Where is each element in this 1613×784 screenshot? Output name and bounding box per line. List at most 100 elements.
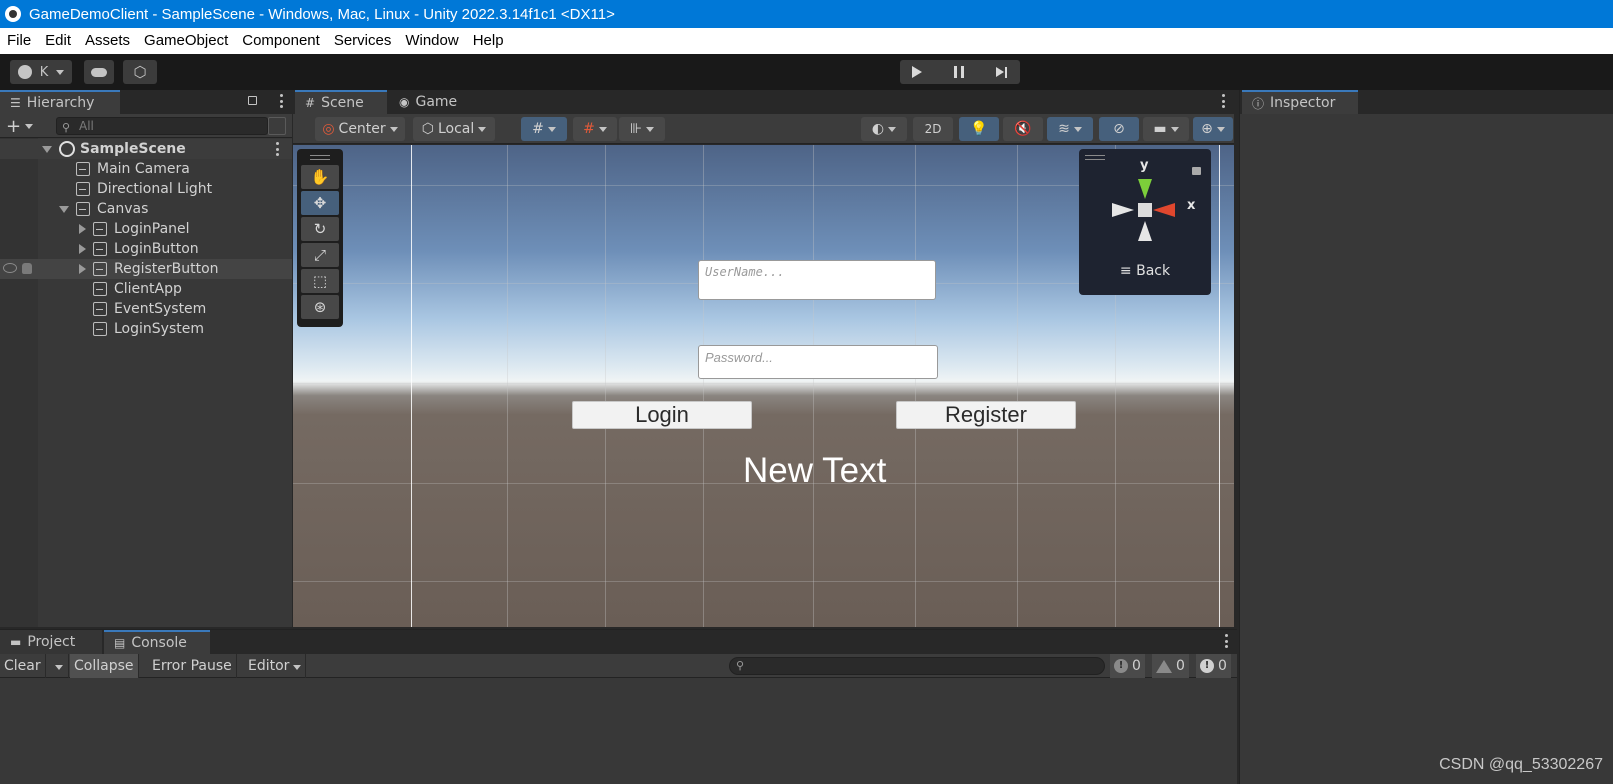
mode-2d-button[interactable]: 2D	[913, 117, 953, 141]
hierarchy-menu-button[interactable]	[280, 94, 284, 108]
neg-y-axis-cone-icon[interactable]	[1138, 221, 1152, 241]
clear-options-dropdown[interactable]	[49, 654, 69, 678]
tab-console[interactable]: ▤ Console	[104, 630, 210, 654]
play-button[interactable]	[902, 60, 932, 84]
username-input[interactable]: UserName...	[698, 260, 936, 300]
scene-menu-button[interactable]	[276, 142, 280, 156]
neg-x-axis-cone-icon[interactable]	[1112, 203, 1134, 217]
pivot-icon: ◎	[322, 121, 335, 137]
item-label: LoginPanel	[114, 221, 190, 237]
x-axis-cone-icon[interactable]	[1153, 203, 1175, 217]
step-button[interactable]	[983, 60, 1019, 84]
menu-assets[interactable]: Assets	[78, 28, 137, 54]
lighting-toggle[interactable]: 💡	[959, 117, 999, 141]
hierarchy-search-input[interactable]: ⚲ All	[56, 117, 268, 135]
scale-tool-button[interactable]: ⤢	[301, 243, 339, 267]
hierarchy-item[interactable]: EventSystem	[0, 299, 292, 319]
search-icon: ⚲	[62, 121, 71, 134]
menu-file[interactable]: File	[0, 28, 38, 54]
hierarchy-item[interactable]: ClientApp	[0, 279, 292, 299]
menu-component[interactable]: Component	[235, 28, 327, 54]
fold-closed-icon[interactable]	[79, 224, 86, 234]
camera-dropdown[interactable]: ▬	[1143, 117, 1189, 141]
lock-icon[interactable]	[1192, 167, 1201, 175]
increment-snap-button[interactable]: ⊪	[619, 117, 665, 141]
scene-viewport[interactable]: ✋ ✥ ↻ ⤢ ⬚ ⊛ UserName... Password... Logi…	[293, 145, 1234, 627]
audio-toggle[interactable]: 🔇	[1003, 117, 1043, 141]
menu-gameobject[interactable]: GameObject	[137, 28, 235, 54]
gizmo-center-cube[interactable]	[1138, 203, 1152, 217]
menu-help[interactable]: Help	[466, 28, 511, 54]
fold-open-icon[interactable]	[42, 146, 52, 153]
snap-settings-button[interactable]: #	[573, 117, 617, 141]
effects-dropdown[interactable]: ≋	[1047, 117, 1093, 141]
pause-button[interactable]	[943, 60, 975, 84]
grid-snap-button[interactable]: #	[521, 117, 567, 141]
fold-closed-icon[interactable]	[79, 264, 86, 274]
tab-hierarchy[interactable]: ☰ Hierarchy	[0, 90, 120, 114]
collab-button[interactable]: ⬡	[123, 60, 157, 84]
tab-scene[interactable]: # Scene	[295, 90, 387, 114]
tab-game[interactable]: ◉ Game	[389, 90, 481, 114]
pickable-hand-icon[interactable]	[22, 263, 32, 274]
transform-tool-button[interactable]: ⊛	[301, 295, 339, 319]
create-button[interactable]: +	[6, 116, 40, 137]
grid-line	[293, 383, 1234, 384]
drag-handle-icon[interactable]	[310, 155, 330, 160]
menu-window[interactable]: Window	[398, 28, 465, 54]
back-view-button[interactable]: ≡ Back	[1079, 263, 1211, 279]
error-count-toggle[interactable]: ! 0	[1196, 654, 1231, 678]
orientation-gizmo[interactable]: y x ≡ Back	[1079, 149, 1211, 295]
tab-inspector[interactable]: ⓘ Inspector	[1242, 90, 1358, 114]
hierarchy-item[interactable]: LoginSystem	[0, 319, 292, 339]
space-dropdown[interactable]: ⬡ Local	[413, 117, 495, 141]
move-tool-button[interactable]: ✥	[301, 191, 339, 215]
hierarchy-item[interactable]: Main Camera	[0, 159, 292, 179]
watermark: CSDN @qq_53302267	[1439, 756, 1603, 773]
info-count-toggle[interactable]: ! 0	[1110, 654, 1145, 678]
drag-handle-icon[interactable]	[1085, 155, 1105, 160]
draw-mode-button[interactable]: ◐	[861, 117, 907, 141]
visibility-toggle[interactable]: ⊘	[1099, 117, 1139, 141]
hierarchy-item[interactable]: RegisterButton	[0, 259, 292, 279]
snap-icon: #	[583, 121, 595, 137]
scene-visibility-button[interactable]	[268, 117, 286, 135]
tab-project[interactable]: ▬ Project	[0, 630, 102, 654]
hand-tool-button[interactable]: ✋	[301, 165, 339, 189]
cloud-button[interactable]	[84, 60, 114, 84]
fold-closed-icon[interactable]	[79, 244, 86, 254]
hierarchy-item[interactable]: Directional Light	[0, 179, 292, 199]
audio-muted-icon: 🔇	[1014, 121, 1032, 137]
eye-icon[interactable]	[3, 263, 17, 273]
register-button[interactable]: Register	[896, 401, 1076, 429]
console-menu-button[interactable]	[1225, 634, 1229, 648]
collapse-toggle[interactable]: Collapse	[70, 654, 139, 678]
account-button[interactable]: K	[10, 60, 72, 84]
clear-button[interactable]: Clear	[0, 654, 46, 678]
menu-services[interactable]: Services	[327, 28, 399, 54]
scene-row[interactable]: SampleScene	[0, 139, 292, 159]
lock-icon[interactable]	[248, 96, 257, 105]
title-bar: GameDemoClient - SampleScene - Windows, …	[0, 0, 1613, 28]
gameobject-icon	[93, 322, 107, 336]
password-input[interactable]: Password...	[698, 345, 938, 379]
pivot-dropdown[interactable]: ◎ Center	[315, 117, 405, 141]
error-pause-toggle[interactable]: Error Pause	[148, 654, 237, 678]
hierarchy-item[interactable]: Canvas	[0, 199, 292, 219]
editor-dropdown[interactable]: Editor	[244, 654, 307, 678]
scene-menu-button[interactable]	[1222, 94, 1226, 108]
chevron-down-icon	[55, 665, 63, 670]
hierarchy-item[interactable]: LoginPanel	[0, 219, 292, 239]
fold-open-icon[interactable]	[59, 206, 69, 213]
gizmos-dropdown[interactable]: ⊕	[1193, 117, 1233, 141]
chevron-down-icon	[1073, 126, 1082, 132]
rect-tool-button[interactable]: ⬚	[301, 269, 339, 293]
hierarchy-item[interactable]: LoginButton	[0, 239, 292, 259]
console-search-input[interactable]: ⚲	[729, 657, 1105, 675]
mode-2d-label: 2D	[924, 122, 942, 136]
login-button[interactable]: Login	[572, 401, 752, 429]
warning-count-toggle[interactable]: 0	[1152, 654, 1189, 678]
rotate-tool-button[interactable]: ↻	[301, 217, 339, 241]
menu-edit[interactable]: Edit	[38, 28, 78, 54]
y-axis-cone-icon[interactable]	[1138, 179, 1152, 199]
